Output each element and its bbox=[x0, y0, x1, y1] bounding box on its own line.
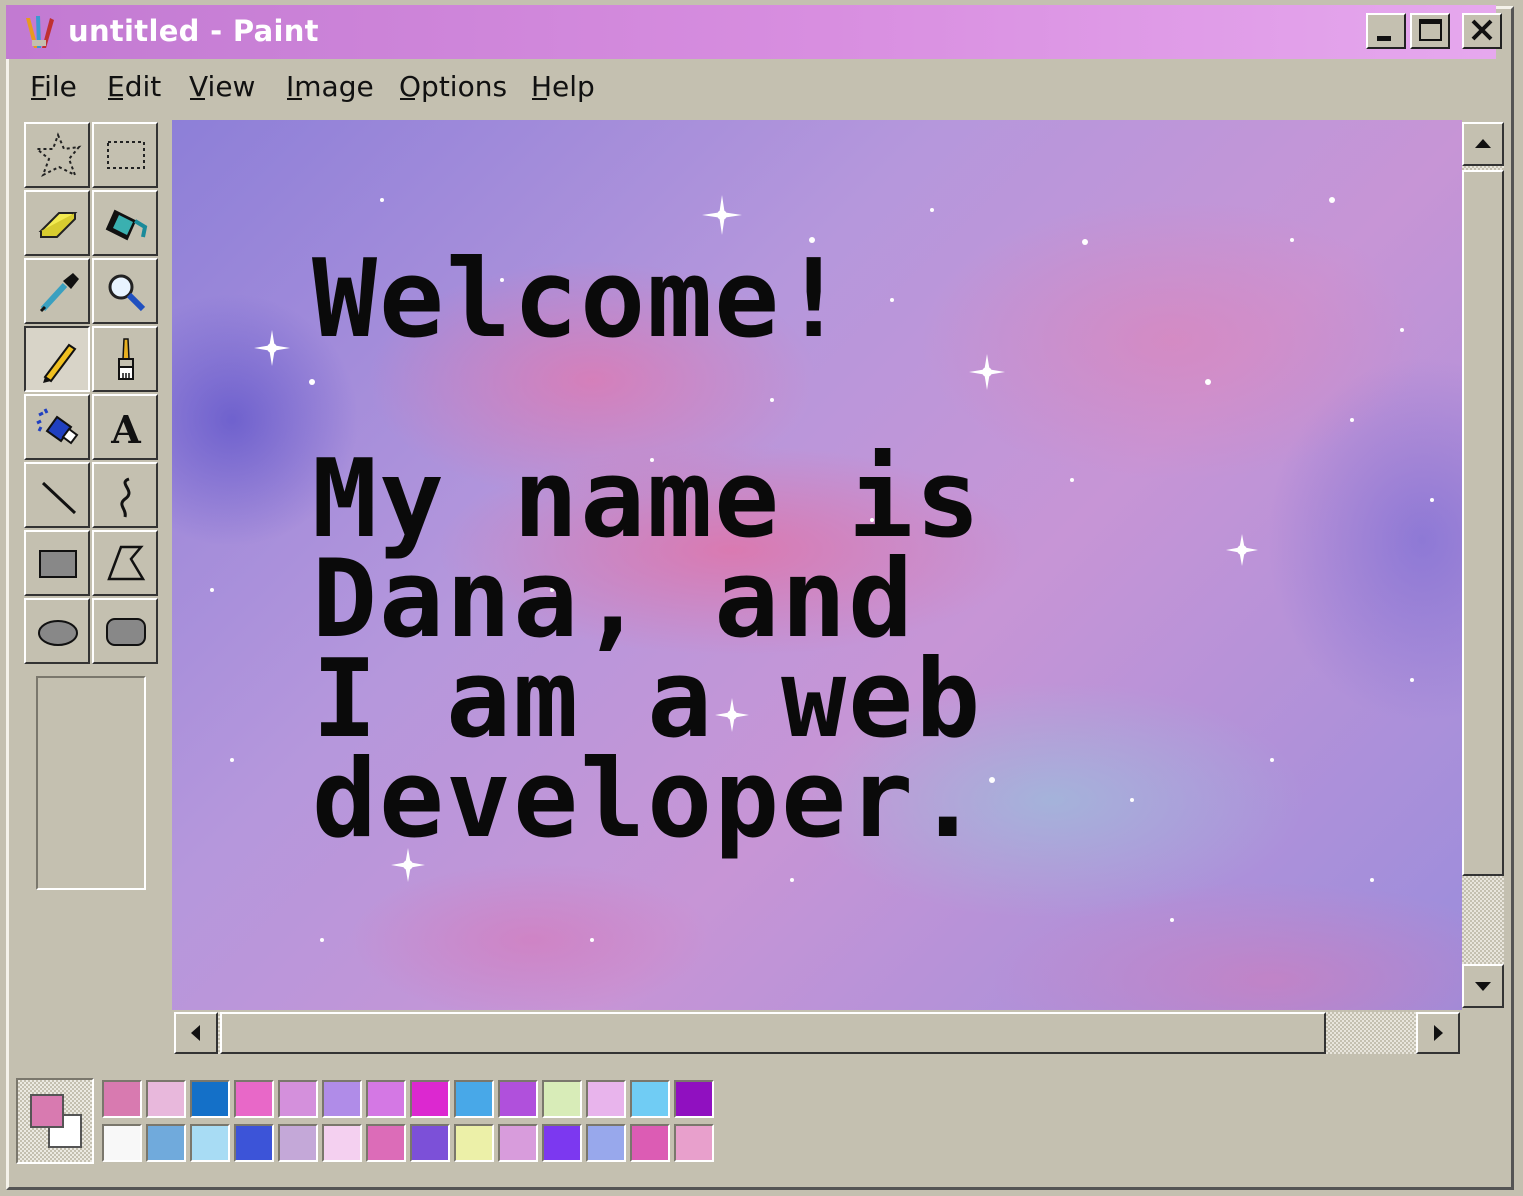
canvas-text: Welcome! My name is Dana, and I am a web… bbox=[312, 237, 983, 862]
rectangle-icon bbox=[39, 550, 77, 578]
tool-rectangle[interactable] bbox=[24, 530, 90, 596]
paint-app-icon bbox=[26, 16, 54, 48]
color-swatch[interactable] bbox=[322, 1124, 362, 1162]
color-swatch[interactable] bbox=[102, 1080, 142, 1118]
scroll-left-button[interactable] bbox=[174, 1012, 218, 1054]
svg-text:A: A bbox=[110, 407, 141, 452]
color-swatch[interactable] bbox=[674, 1124, 714, 1162]
scroll-down-button[interactable] bbox=[1462, 964, 1504, 1008]
polygon-icon bbox=[107, 545, 146, 581]
maximize-icon bbox=[1419, 19, 1442, 41]
minimize-button[interactable] bbox=[1366, 13, 1406, 49]
scroll-up-button[interactable] bbox=[1462, 122, 1504, 166]
drawing-canvas[interactable]: Welcome! My name is Dana, and I am a web… bbox=[172, 120, 1462, 1010]
menu-image[interactable]: Image bbox=[286, 70, 374, 103]
close-icon bbox=[1471, 19, 1493, 41]
color-swatch[interactable] bbox=[146, 1124, 186, 1162]
line-icon bbox=[41, 481, 77, 515]
color-swatch[interactable] bbox=[234, 1124, 274, 1162]
color-swatch[interactable] bbox=[410, 1080, 450, 1118]
tool-rectangle-select[interactable] bbox=[92, 122, 158, 188]
color-swatch[interactable] bbox=[366, 1124, 406, 1162]
vertical-scrollbar[interactable] bbox=[1462, 122, 1504, 1008]
color-swatch[interactable] bbox=[366, 1080, 406, 1118]
color-swatch[interactable] bbox=[630, 1124, 670, 1162]
arrow-up-icon bbox=[1475, 139, 1491, 148]
brush-icon bbox=[118, 338, 134, 380]
color-swatch[interactable] bbox=[278, 1124, 318, 1162]
magnifier-icon bbox=[108, 274, 146, 312]
foreground-color[interactable] bbox=[30, 1094, 64, 1128]
eraser-icon bbox=[38, 212, 78, 238]
menu-edit[interactable]: Edit bbox=[107, 70, 161, 103]
color-swatch[interactable] bbox=[498, 1124, 538, 1162]
tool-ellipse[interactable] bbox=[24, 598, 90, 664]
tool-box: A bbox=[20, 120, 166, 1050]
airbrush-icon bbox=[36, 408, 79, 445]
tool-free-form-select[interactable] bbox=[24, 122, 90, 188]
color-swatch[interactable] bbox=[542, 1124, 582, 1162]
color-swatch[interactable] bbox=[586, 1080, 626, 1118]
menu-file[interactable]: File bbox=[30, 70, 77, 103]
tool-text[interactable]: A bbox=[92, 394, 158, 460]
color-swatch[interactable] bbox=[190, 1124, 230, 1162]
color-swatch[interactable] bbox=[278, 1080, 318, 1118]
tool-polygon[interactable] bbox=[92, 530, 158, 596]
color-swatch[interactable] bbox=[322, 1080, 362, 1118]
tool-curve[interactable] bbox=[92, 462, 158, 528]
arrow-right-icon bbox=[1434, 1025, 1443, 1041]
tool-fill[interactable] bbox=[92, 190, 158, 256]
tool-pencil[interactable] bbox=[24, 326, 90, 392]
color-box bbox=[14, 1076, 724, 1168]
maximize-button[interactable] bbox=[1410, 13, 1450, 49]
color-swatch[interactable] bbox=[586, 1124, 626, 1162]
window-title: untitled - Paint bbox=[68, 14, 319, 48]
tool-magnifier[interactable] bbox=[92, 258, 158, 324]
menu-options[interactable]: Options bbox=[399, 70, 507, 103]
color-swatch[interactable] bbox=[410, 1124, 450, 1162]
tool-pick-color[interactable] bbox=[24, 258, 90, 324]
horizontal-scrollbar[interactable] bbox=[174, 1012, 1460, 1054]
tool-options-box[interactable] bbox=[36, 676, 146, 890]
tool-line[interactable] bbox=[24, 462, 90, 528]
rectangle-select-icon bbox=[107, 141, 145, 169]
color-swatch[interactable] bbox=[674, 1080, 714, 1118]
color-swatch[interactable] bbox=[234, 1080, 274, 1118]
tool-rounded-rectangle[interactable] bbox=[92, 598, 158, 664]
minimize-icon bbox=[1377, 36, 1391, 41]
pencil-icon bbox=[43, 343, 77, 383]
free-form-select-icon bbox=[34, 132, 82, 178]
color-swatch[interactable] bbox=[542, 1080, 582, 1118]
color-swatch[interactable] bbox=[102, 1124, 142, 1162]
menu-view[interactable]: View bbox=[189, 70, 255, 103]
text-tool-icon: A bbox=[110, 407, 141, 452]
arrow-down-icon bbox=[1475, 982, 1491, 991]
color-swatch[interactable] bbox=[146, 1080, 186, 1118]
ellipse-icon bbox=[38, 620, 78, 646]
color-swatch[interactable] bbox=[454, 1080, 494, 1118]
color-swatch[interactable] bbox=[498, 1080, 538, 1118]
paint-bucket-icon bbox=[105, 209, 148, 241]
vertical-scroll-thumb[interactable] bbox=[1462, 170, 1504, 876]
menu-help[interactable]: Help bbox=[531, 70, 595, 103]
current-colors[interactable] bbox=[16, 1078, 94, 1164]
color-swatch[interactable] bbox=[630, 1080, 670, 1118]
scroll-right-button[interactable] bbox=[1416, 1012, 1460, 1054]
rounded-rectangle-icon bbox=[106, 618, 146, 646]
horizontal-scroll-thumb[interactable] bbox=[220, 1012, 1326, 1054]
tool-eraser[interactable] bbox=[24, 190, 90, 256]
color-swatch[interactable] bbox=[190, 1080, 230, 1118]
tool-brush[interactable] bbox=[92, 326, 158, 392]
close-button[interactable] bbox=[1462, 13, 1502, 49]
color-swatch[interactable] bbox=[454, 1124, 494, 1162]
tool-airbrush[interactable] bbox=[24, 394, 90, 460]
eyedropper-icon bbox=[39, 273, 79, 313]
arrow-left-icon bbox=[191, 1025, 200, 1041]
curve-icon bbox=[120, 477, 131, 518]
title-bar[interactable]: untitled - Paint bbox=[6, 5, 1502, 59]
